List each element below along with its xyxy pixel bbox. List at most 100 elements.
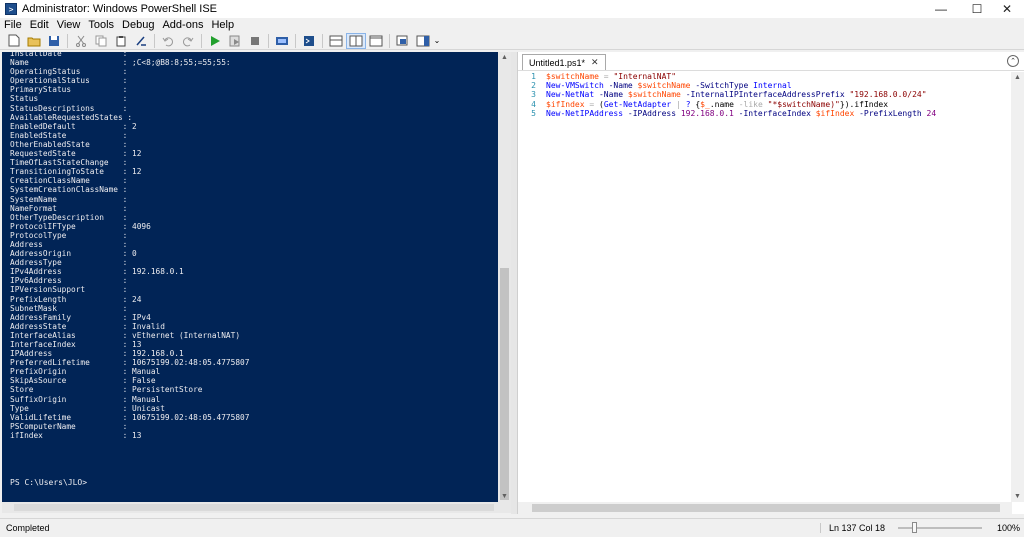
menu-tools[interactable]: Tools — [84, 19, 118, 31]
new-remote-tab-icon[interactable] — [272, 33, 292, 49]
run-script-icon[interactable] — [205, 33, 225, 49]
console-line: PrefixLength : 24 — [10, 294, 142, 304]
menu-edit[interactable]: Edit — [26, 19, 53, 31]
redo-icon[interactable] — [178, 33, 198, 49]
show-script-right-icon[interactable] — [346, 32, 366, 49]
menu-debug[interactable]: Debug — [118, 19, 158, 31]
code-token: "*$switchName)" — [767, 99, 840, 109]
console-line: SystemCreationClassName : — [10, 185, 128, 195]
toolbar-overflow-icon[interactable]: ⌄ — [433, 33, 441, 49]
console-line: PSComputerName : — [10, 421, 128, 431]
tab-untitled1[interactable]: Untitled1.ps1* ✕ — [522, 54, 606, 70]
console-line: NameFormat : — [10, 203, 128, 213]
powershell-icon: > — [5, 3, 17, 15]
toolbar-separator — [268, 33, 269, 48]
script-editor-pane: Untitled1.ps1* ✕ ⌃ 1 $switchName = "Inter… — [517, 52, 1024, 514]
code-token: Internal — [753, 81, 792, 91]
clear-console-icon[interactable] — [131, 33, 151, 49]
code-token: $switchName — [627, 90, 681, 100]
menu-help[interactable]: Help — [207, 19, 238, 31]
console-line: ifIndex : 13 — [10, 430, 142, 440]
show-command-window-icon[interactable] — [393, 33, 413, 49]
console-pane[interactable]: InstallDate : Name : ;C<8;@B8:8;55;=55;55… — [2, 52, 498, 502]
editor-vertical-scrollbar[interactable]: ▲ ▼ — [1011, 72, 1024, 502]
save-icon[interactable] — [44, 33, 64, 49]
scrollbar-thumb[interactable] — [500, 268, 509, 500]
console-line: ProtocolType : — [10, 230, 128, 240]
stop-icon[interactable] — [245, 33, 265, 49]
console-line: Address : — [10, 239, 128, 249]
show-script-max-icon[interactable] — [366, 33, 386, 49]
menu-bar: File Edit View Tools Debug Add-ons Help — [0, 18, 1024, 32]
new-file-icon[interactable] — [4, 33, 24, 49]
code-token: 192.168.0.1 — [680, 108, 734, 118]
editor-horizontal-scrollbar[interactable] — [518, 502, 1012, 514]
console-line: AddressOrigin : 0 — [10, 249, 137, 259]
menu-addons[interactable]: Add-ons — [158, 19, 207, 31]
scrollbar-thumb[interactable] — [14, 504, 494, 511]
menu-file[interactable]: File — [0, 19, 26, 31]
code-token: -IPAddress — [623, 108, 681, 118]
menu-view[interactable]: View — [53, 19, 85, 31]
code-token: .name — [709, 99, 739, 109]
console-line: OtherTypeDescription : — [10, 212, 128, 222]
code-token: Get-NetAdapter — [603, 99, 672, 109]
scroll-down-icon[interactable]: ▼ — [1011, 491, 1024, 502]
code-token: New-NetNat — [546, 90, 595, 100]
minimize-button[interactable]: — — [924, 0, 958, 18]
code-token: $switchName — [637, 81, 691, 91]
code-token: -SwitchType — [690, 81, 754, 91]
show-script-top-icon[interactable] — [326, 33, 346, 49]
scroll-up-icon[interactable]: ▲ — [498, 52, 511, 63]
console-vertical-scrollbar[interactable]: ▲ ▼ — [498, 52, 511, 502]
close-button[interactable]: ✕ — [990, 0, 1024, 18]
toolbar-separator — [295, 33, 296, 48]
code-line: 3 New-NetNat -Name $switchName -InternalI… — [518, 90, 1008, 99]
console-line: InterfaceIndex : 13 — [10, 340, 142, 349]
code-token: "192.168.0.0/24" — [849, 90, 927, 100]
toolbar-separator — [389, 33, 390, 48]
code-token: $ifIndex — [546, 99, 585, 109]
code-line: 2 New-VMSwitch -Name $switchName -SwitchT… — [518, 81, 1008, 90]
script-code[interactable]: 1 $switchName = "InternalNAT" 2 New-VMSwitc… — [518, 72, 1008, 118]
scroll-up-icon[interactable]: ▲ — [1011, 72, 1024, 83]
console-line: PreferredLifetime : 10675199.02:48:05.47… — [10, 358, 250, 368]
console-prompt[interactable]: PS C:\Users\JLO> — [10, 478, 87, 487]
collapse-script-pane-icon[interactable]: ⌃ — [1007, 55, 1019, 67]
console-line: AvailableRequestedStates : — [10, 112, 133, 122]
console-line: IPAddress : 192.168.0.1 — [10, 349, 184, 359]
undo-icon[interactable] — [158, 33, 178, 49]
code-token: -InterfaceIndex — [733, 108, 816, 118]
console-line: Type : Unicast — [10, 403, 165, 413]
maximize-button[interactable]: ☐ — [960, 0, 994, 18]
code-token: $switchName — [546, 72, 599, 81]
console-line: SkipAsSource : False — [10, 376, 156, 386]
start-powershell-icon[interactable] — [299, 33, 319, 49]
console-line: EnabledState : — [10, 130, 128, 140]
line-number: 2 — [531, 81, 536, 91]
code-line: 1 $switchName = "InternalNAT" — [518, 72, 1008, 81]
toolbar: ⌄ — [0, 32, 1024, 50]
line-number: 3 — [531, 90, 536, 100]
scroll-down-icon[interactable]: ▼ — [498, 491, 511, 502]
cut-icon[interactable] — [71, 33, 91, 49]
code-token: = — [584, 99, 599, 109]
open-icon[interactable] — [24, 33, 44, 49]
code-token: New-VMSwitch — [546, 81, 604, 91]
close-tab-icon[interactable]: ✕ — [591, 57, 599, 68]
window-title: Administrator: Windows PowerShell ISE — [22, 3, 218, 15]
code-token: -Name — [594, 90, 628, 100]
cursor-position: Ln 137 Col 18 — [820, 523, 885, 533]
copy-icon[interactable] — [91, 33, 111, 49]
console-horizontal-scrollbar[interactable] — [2, 502, 511, 513]
show-command-addon-icon[interactable] — [413, 33, 433, 49]
zoom-slider[interactable] — [898, 527, 982, 529]
scrollbar-thumb[interactable] — [532, 504, 1000, 512]
line-number: 1 — [531, 72, 536, 81]
console-line: CreationClassName : — [10, 176, 128, 186]
paste-icon[interactable] — [111, 33, 131, 49]
run-selection-icon[interactable] — [225, 33, 245, 49]
zoom-slider-thumb[interactable] — [912, 522, 917, 533]
console-line: RequestedState : 12 — [10, 149, 142, 159]
console-line: Name : ;C<8;@B8:8;55;=55;55: — [10, 58, 231, 68]
